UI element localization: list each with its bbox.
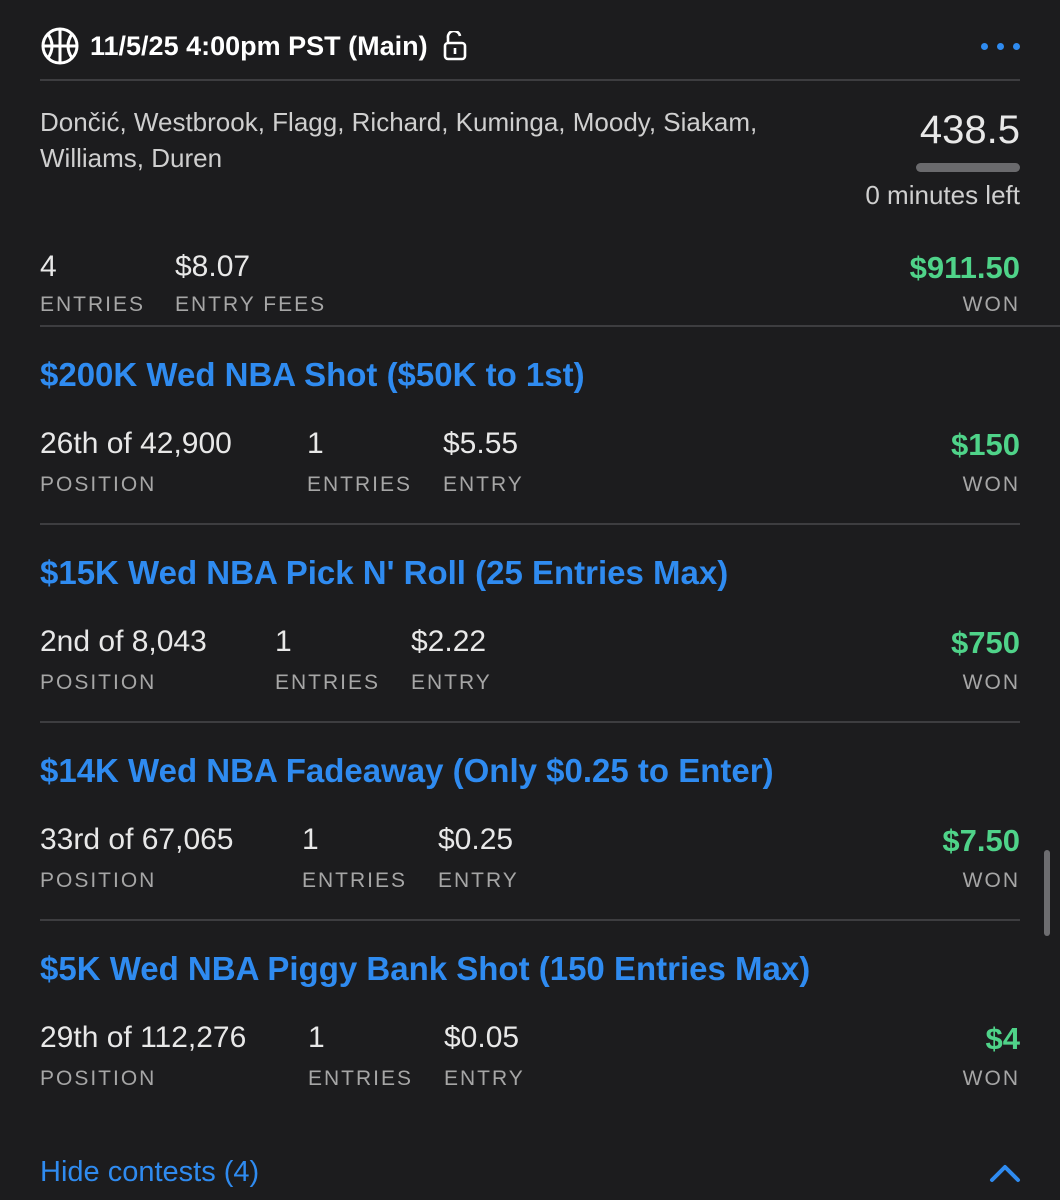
entry-fees-value: $8.07	[175, 250, 251, 283]
contest-divider	[40, 523, 1020, 525]
more-options-button[interactable]	[960, 28, 1020, 64]
header-divider	[40, 79, 1020, 81]
slate-header: 11/5/25 4:00pm PST (Main)	[40, 24, 1020, 68]
more-horizontal-icon	[981, 42, 988, 50]
entries-count: 4	[40, 250, 57, 283]
contest-title-link[interactable]: $200K Wed NBA Shot ($50K to 1st)	[40, 356, 585, 394]
contest-entries: 1	[275, 625, 292, 658]
contest-divider	[40, 919, 1020, 921]
contest-position: 2nd of 8,043	[40, 625, 207, 658]
contest-won-value: $750	[951, 625, 1020, 660]
basketball-icon	[41, 27, 79, 65]
contest-entries: 1	[308, 1021, 325, 1054]
entry-fees-label: ENTRY FEES	[175, 293, 327, 316]
contest-entry-label: ENTRY	[438, 869, 519, 892]
slate-title: 11/5/25 4:00pm PST (Main)	[90, 30, 428, 61]
contest-won-label: WON	[962, 473, 1020, 496]
contest-title-link[interactable]: $14K Wed NBA Fadeaway (Only $0.25 to Ent…	[40, 752, 774, 790]
contest-entry-fee: $5.55	[443, 427, 519, 460]
contest-won-label: WON	[962, 1067, 1020, 1090]
contest-card: 11/5/25 4:00pm PST (Main) Dončić, Westbr…	[0, 0, 1060, 1200]
contest-title-link[interactable]: $5K Wed NBA Piggy Bank Shot (150 Entries…	[40, 950, 810, 988]
contest-position: 29th of 112,276	[40, 1021, 247, 1054]
contest-won-value: $7.50	[942, 823, 1020, 858]
unlock-icon	[443, 31, 466, 61]
lineup-score: 438.5	[919, 108, 1020, 152]
contest-won-label: WON	[962, 869, 1020, 892]
contest-position: 33rd of 67,065	[40, 823, 234, 856]
summary-divider	[40, 325, 1060, 327]
total-won-label: WON	[962, 293, 1020, 316]
total-won-value: $911.50	[909, 250, 1020, 285]
contest-entry-label: ENTRY	[444, 1067, 525, 1090]
contest-entry-label: ENTRY	[411, 671, 492, 694]
contest-won-label: WON	[962, 671, 1020, 694]
contest-position-label: POSITION	[40, 473, 157, 496]
contest-position-label: POSITION	[40, 671, 157, 694]
contest-entries: 1	[302, 823, 319, 856]
time-left: 0 minutes left	[865, 180, 1020, 210]
contest-entries: 1	[307, 427, 324, 460]
contest-title-link[interactable]: $15K Wed NBA Pick N' Roll (25 Entries Ma…	[40, 554, 728, 592]
lineup-players[interactable]: Dončić, Westbrook, Flagg, Richard, Kumin…	[40, 104, 760, 176]
contest-entries-label: ENTRIES	[275, 671, 381, 694]
contest-won-value: $150	[951, 427, 1020, 462]
contest-entry-fee: $0.25	[438, 823, 514, 856]
contest-position-label: POSITION	[40, 1067, 157, 1090]
entries-label: ENTRIES	[40, 293, 146, 316]
contest-entry-fee: $0.05	[444, 1021, 520, 1054]
contest-entries-label: ENTRIES	[308, 1067, 414, 1090]
scrollbar[interactable]	[1044, 850, 1050, 936]
chevron-up-icon[interactable]	[988, 1160, 1022, 1184]
contest-position-label: POSITION	[40, 869, 157, 892]
contest-entry-fee: $2.22	[411, 625, 487, 658]
contest-position: 26th of 42,900	[40, 427, 232, 460]
contest-entries-label: ENTRIES	[302, 869, 408, 892]
contest-entries-label: ENTRIES	[307, 473, 413, 496]
time-progress-bar	[916, 163, 1020, 172]
contest-divider	[40, 721, 1020, 723]
hide-contests-link[interactable]: Hide contests (4)	[40, 1156, 259, 1189]
contest-won-value: $4	[985, 1021, 1020, 1056]
contest-entry-label: ENTRY	[443, 473, 524, 496]
